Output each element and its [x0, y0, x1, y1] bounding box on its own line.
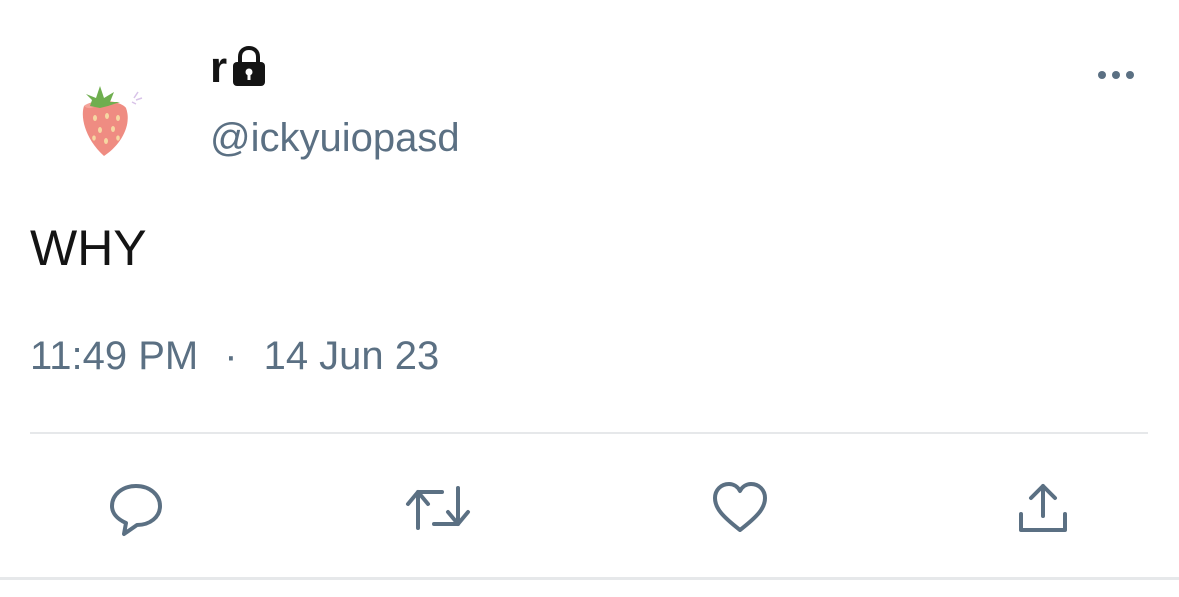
retweet-icon — [406, 486, 470, 530]
more-dots-icon — [1098, 71, 1134, 79]
share-button[interactable] — [1005, 470, 1081, 546]
share-icon — [1019, 484, 1067, 532]
divider — [30, 432, 1148, 434]
like-button[interactable] — [702, 470, 778, 546]
meta-separator: · — [224, 334, 238, 378]
display-name[interactable]: r — [210, 46, 227, 90]
tweet-metadata: 11:49 PM · 14 Jun 23 — [30, 332, 439, 380]
action-bar — [0, 470, 1179, 546]
reply-button[interactable] — [98, 470, 174, 546]
tweet-date[interactable]: 14 Jun 23 — [264, 332, 440, 380]
tweet-detail: r @ickyuiopasd WHY 11:49 PM · 14 Jun 23 — [0, 0, 1179, 597]
tweet-text: WHY — [30, 220, 147, 276]
more-options-button[interactable] — [1088, 55, 1144, 95]
display-name-row: r — [210, 38, 269, 98]
chat-bubble-icon — [110, 484, 162, 536]
lock-icon — [229, 45, 269, 94]
heart-icon — [713, 482, 767, 532]
retweet-button[interactable] — [400, 470, 476, 546]
username-handle[interactable]: @ickyuiopasd — [210, 114, 460, 162]
avatar[interactable] — [62, 78, 152, 168]
tweet-time[interactable]: 11:49 PM — [30, 332, 198, 380]
strawberry-icon — [82, 86, 143, 156]
bottom-border — [0, 577, 1179, 580]
